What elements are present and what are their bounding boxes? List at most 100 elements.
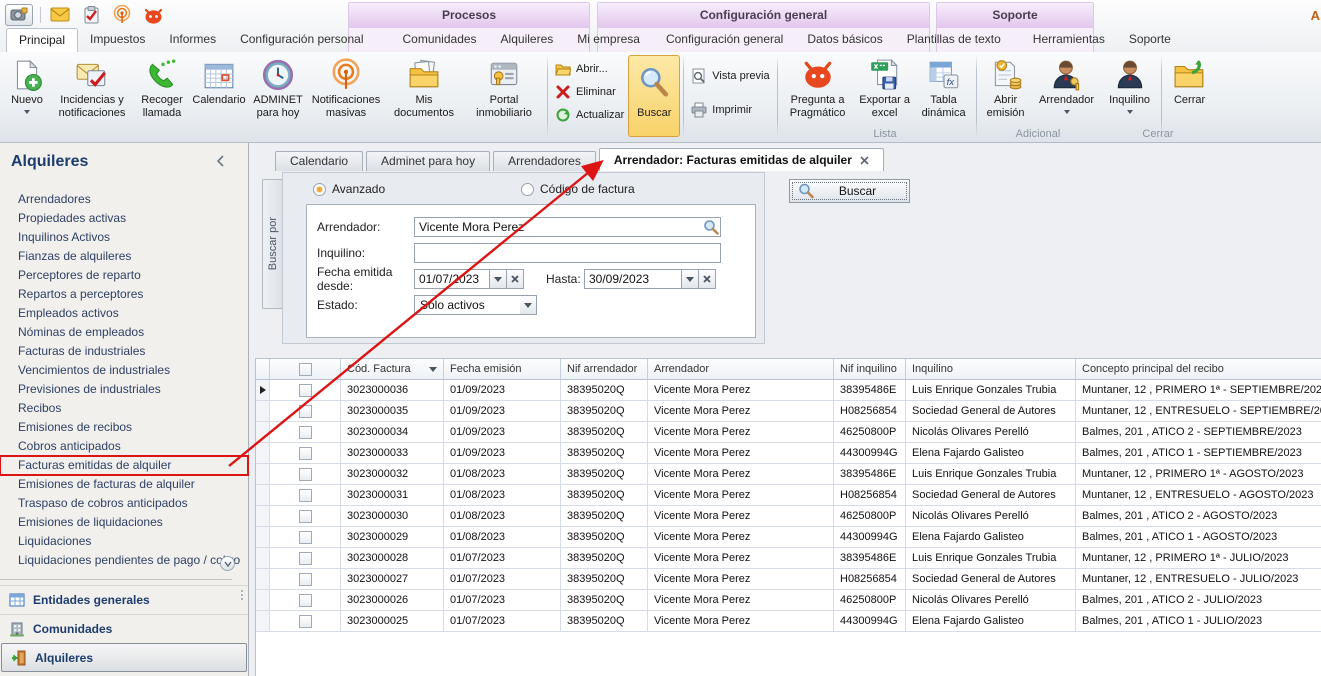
cerrar-button[interactable]: Cerrar	[1165, 55, 1215, 137]
fecha-desde-input[interactable]	[414, 269, 490, 289]
sidebar-item-liquidaciones-pendientes-de-pago-cobro[interactable]: Liquidaciones pendientes de pago / cobro	[0, 551, 248, 570]
column-header-cod-factura[interactable]: Cód. Factura	[341, 359, 444, 380]
sidebar-item-repartos-a-perceptores[interactable]: Repartos a perceptores	[0, 285, 248, 304]
sidebar-item-fianzas-de-alquileres[interactable]: Fianzas de alquileres	[0, 247, 248, 266]
table-row[interactable]: 302300002701/07/202338395020QVicente Mor…	[256, 569, 1321, 590]
incidencias-button[interactable]: Incidencias y notificaciones	[50, 55, 134, 137]
document-tab-arrendador-facturas-emitidas-de-alquiler[interactable]: Arrendador: Facturas emitidas de alquile…	[599, 148, 884, 171]
abrir-emision-button[interactable]: Abrir emisión	[980, 55, 1032, 137]
ribbon-tab-mi-empresa[interactable]: Mi empresa	[565, 28, 652, 52]
buscar-form-button[interactable]: Buscar	[789, 179, 910, 203]
ribbon-tab-configuracion-personal[interactable]: Configuración personal	[228, 28, 375, 52]
buscar-por-side-tab[interactable]: Buscar por	[262, 179, 283, 309]
calendario-button[interactable]: Calendario	[190, 55, 248, 137]
ribbon-tab-datos-basicos[interactable]: Datos básicos	[795, 28, 894, 52]
column-header-fecha-emision[interactable]: Fecha emisión	[444, 359, 561, 380]
table-row[interactable]: 302300003501/09/202338395020QVicente Mor…	[256, 401, 1321, 422]
lookup-magnifier-icon[interactable]	[703, 219, 719, 235]
pregunta-pragmatico-button[interactable]: Pregunta a Pragmático	[781, 55, 855, 137]
buscar-ribbon-button[interactable]: Buscar	[628, 55, 680, 137]
table-row[interactable]: 302300003401/09/202338395020QVicente Mor…	[256, 422, 1321, 443]
sidebar-item-recibos[interactable]: Recibos	[0, 399, 248, 418]
arrendador-button[interactable]: Arrendador	[1032, 55, 1102, 137]
ribbon-tab-informes[interactable]: Informes	[157, 28, 228, 52]
sidebar-item-cobros-anticipados[interactable]: Cobros anticipados	[0, 437, 248, 456]
table-row[interactable]: 302300002901/08/202338395020QVicente Mor…	[256, 527, 1321, 548]
column-header-arrendador[interactable]: Arrendador	[648, 359, 834, 380]
sidebar-item-empleados-activos[interactable]: Empleados activos	[0, 304, 248, 323]
table-row[interactable]: 302300002501/07/202338395020QVicente Mor…	[256, 611, 1321, 632]
ribbon-tab-soporte[interactable]: Soporte	[1117, 28, 1183, 52]
exportar-excel-button[interactable]: Exportar a excel	[855, 55, 915, 137]
sidebar-group-alquileres[interactable]: Alquileres	[1, 643, 247, 672]
sidebar-item-inquilinos-activos[interactable]: Inquilinos Activos	[0, 228, 248, 247]
sidebar-item-facturas-de-industriales[interactable]: Facturas de industriales	[0, 342, 248, 361]
abrir-button[interactable]: Abrir...	[555, 60, 624, 78]
document-tab-adminet-para-hoy[interactable]: Adminet para hoy	[366, 151, 490, 171]
sidebar-item-emisiones-de-recibos[interactable]: Emisiones de recibos	[0, 418, 248, 437]
table-row[interactable]: 302300003101/08/202338395020QVicente Mor…	[256, 485, 1321, 506]
close-tab-icon[interactable]	[860, 156, 869, 165]
row-checkbox[interactable]	[299, 594, 312, 607]
row-checkbox[interactable]	[299, 468, 312, 481]
table-row[interactable]: 302300003201/08/202338395020QVicente Mor…	[256, 464, 1321, 485]
hasta-input[interactable]	[584, 269, 682, 289]
hasta-clear-button[interactable]	[699, 269, 716, 289]
record-call-icon[interactable]	[5, 4, 33, 26]
ribbon-tab-principal[interactable]: Principal	[6, 28, 78, 52]
row-checkbox[interactable]	[299, 531, 312, 544]
sidebar-item-perceptores-de-reparto[interactable]: Perceptores de reparto	[0, 266, 248, 285]
eliminar-button[interactable]: Eliminar	[555, 83, 624, 101]
sidebar-group-entidades-generales[interactable]: Entidades generales	[0, 585, 248, 614]
column-header-nif-inquilino[interactable]: Nif inquilino	[834, 359, 906, 380]
arrendador-input[interactable]	[414, 217, 721, 237]
mis-documentos-button[interactable]: Mis documentos	[384, 55, 464, 137]
table-row[interactable]: 302300002601/07/202338395020QVicente Mor…	[256, 590, 1321, 611]
portal-inmobiliario-button[interactable]: Portal inmobiliario	[464, 55, 544, 137]
ribbon-tab-plantillas-de-texto[interactable]: Plantillas de texto	[895, 28, 1013, 52]
sidebar-item-emisiones-de-facturas-de-alquiler[interactable]: Emisiones de facturas de alquiler	[0, 475, 248, 494]
sidebar-group-comunidades[interactable]: Comunidades	[0, 614, 248, 643]
sidebar-item-traspaso-de-cobros-anticipados[interactable]: Traspaso de cobros anticipados	[0, 494, 248, 513]
ribbon-tab-comunidades[interactable]: Comunidades	[391, 28, 489, 52]
row-checkbox[interactable]	[299, 405, 312, 418]
table-row[interactable]: 302300003001/08/202338395020QVicente Mor…	[256, 506, 1321, 527]
row-checkbox[interactable]	[299, 573, 312, 586]
actualizar-button[interactable]: Actualizar	[555, 106, 624, 124]
ribbon-tab-herramientas[interactable]: Herramientas	[1021, 28, 1117, 52]
nav-overflow-button[interactable]	[220, 556, 235, 571]
column-header-inquilino[interactable]: Inquilino	[906, 359, 1076, 380]
table-row[interactable]: 302300003601/09/202338395020QVicente Mor…	[256, 380, 1321, 401]
row-checkbox[interactable]	[299, 447, 312, 460]
mail-icon[interactable]	[48, 4, 72, 26]
recoger-llamada-button[interactable]: Recoger llamada	[134, 55, 190, 137]
estado-select[interactable]: Sólo activos	[414, 295, 537, 315]
column-header-concepto-principal-del-recibo[interactable]: Concepto principal del recibo	[1076, 359, 1321, 380]
sidebar-item-liquidaciones[interactable]: Liquidaciones	[0, 532, 248, 551]
ribbon-tab-alquileres[interactable]: Alquileres	[489, 28, 566, 52]
fecha-desde-clear-button[interactable]	[507, 269, 524, 289]
pragmatico-icon[interactable]	[141, 4, 165, 26]
nuevo-button[interactable]: Nuevo	[4, 55, 50, 137]
collapse-sidebar-button[interactable]	[216, 155, 230, 169]
ribbon-tab-impuestos[interactable]: Impuestos	[78, 28, 157, 52]
sidebar-item-emisiones-de-liquidaciones[interactable]: Emisiones de liquidaciones	[0, 513, 248, 532]
radio-avanzado[interactable]: Avanzado	[313, 182, 385, 196]
tabla-dinamica-button[interactable]: fx Tabla dinámica	[915, 55, 973, 137]
column-header-nif-arrendador[interactable]: Nif arrendador	[561, 359, 648, 380]
hasta-dropdown-button[interactable]	[682, 269, 699, 289]
fecha-desde-dropdown-button[interactable]	[490, 269, 507, 289]
row-checkbox[interactable]	[299, 552, 312, 565]
sidebar-item-nominas-de-empleados[interactable]: Nóminas de empleados	[0, 323, 248, 342]
row-checkbox[interactable]	[299, 426, 312, 439]
sidebar-item-previsiones-de-industriales[interactable]: Previsiones de industriales	[0, 380, 248, 399]
imprimir-button[interactable]: Imprimir	[691, 101, 769, 119]
tasks-icon[interactable]	[79, 4, 103, 26]
notificaciones-masivas-button[interactable]: Notificaciones masivas	[308, 55, 384, 137]
row-checkbox[interactable]	[299, 615, 312, 628]
row-checkbox[interactable]	[299, 384, 312, 397]
document-tab-calendario[interactable]: Calendario	[275, 151, 363, 171]
document-tab-arrendadores[interactable]: Arrendadores	[493, 151, 596, 171]
select-all-checkbox[interactable]	[299, 363, 312, 376]
table-row[interactable]: 302300003301/09/202338395020QVicente Mor…	[256, 443, 1321, 464]
